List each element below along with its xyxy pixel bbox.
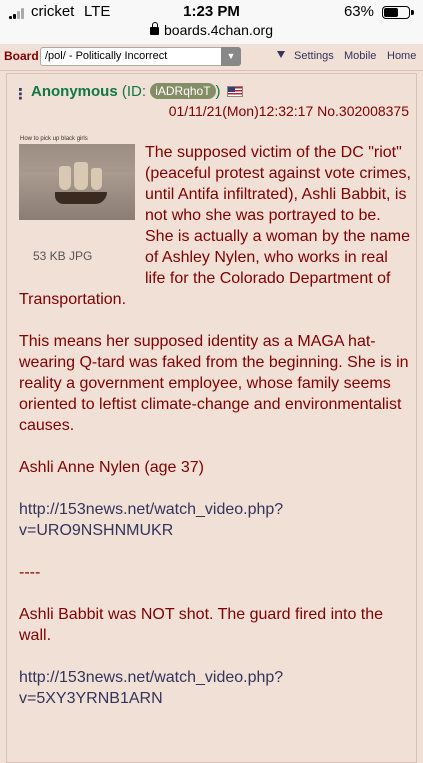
battery-icon (382, 6, 414, 19)
post-author: Anonymous (ID: iADRqhoT) (31, 83, 221, 100)
url-bar[interactable]: boards.4chan.org (0, 22, 423, 38)
post-paragraph: This means her supposed identity as a MA… (19, 333, 409, 434)
board-select-dropdown[interactable]: /pol/ - Politically Incorrect ▼ (40, 47, 241, 66)
video-link-2[interactable]: http://153news.net/watch_video.php?v=5XY… (19, 669, 283, 707)
separator-text: ---- (19, 564, 41, 581)
status-bar: cricket LTE 1:23 PM 63% boards.4chan.org (0, 0, 423, 44)
chevron-down-icon: ▼ (221, 47, 241, 66)
id-suffix: ) (215, 83, 221, 100)
battery-percentage: 63% (343, 3, 374, 20)
poster-id-badge[interactable]: iADRqhoT (150, 83, 216, 99)
url-text: boards.4chan.org (164, 22, 273, 38)
video-link-1[interactable]: http://153news.net/watch_video.php?v=URO… (19, 501, 283, 539)
home-link[interactable]: Home (387, 50, 416, 62)
post-body: The supposed victim of the DC "riot" (pe… (19, 144, 411, 730)
post-datetime-number[interactable]: 01/11/21(Mon)12:32:17 No.302008375 (169, 103, 409, 119)
poster-name: Anonymous (31, 83, 118, 100)
post-menu-icon[interactable]: ⋮ (13, 85, 28, 103)
settings-triangle-icon[interactable] (277, 51, 285, 58)
board-select-value: /pol/ - Politically Incorrect (45, 50, 168, 62)
lock-icon (150, 22, 160, 35)
us-flag-icon (227, 86, 243, 97)
post-paragraph: Ashli Babbit was NOT shot. The guard fir… (19, 606, 384, 644)
settings-link[interactable]: Settings (294, 50, 334, 62)
board-navigation: Board /pol/ - Politically Incorrect ▼ Se… (0, 44, 423, 71)
post: ⋮ Anonymous (ID: iADRqhoT) 01/11/21(Mon)… (6, 73, 417, 763)
mobile-link[interactable]: Mobile (344, 50, 376, 62)
board-label: Board (4, 49, 39, 63)
id-prefix: (ID: (121, 83, 151, 100)
post-paragraph: Ashli Anne Nylen (age 37) (19, 459, 204, 476)
